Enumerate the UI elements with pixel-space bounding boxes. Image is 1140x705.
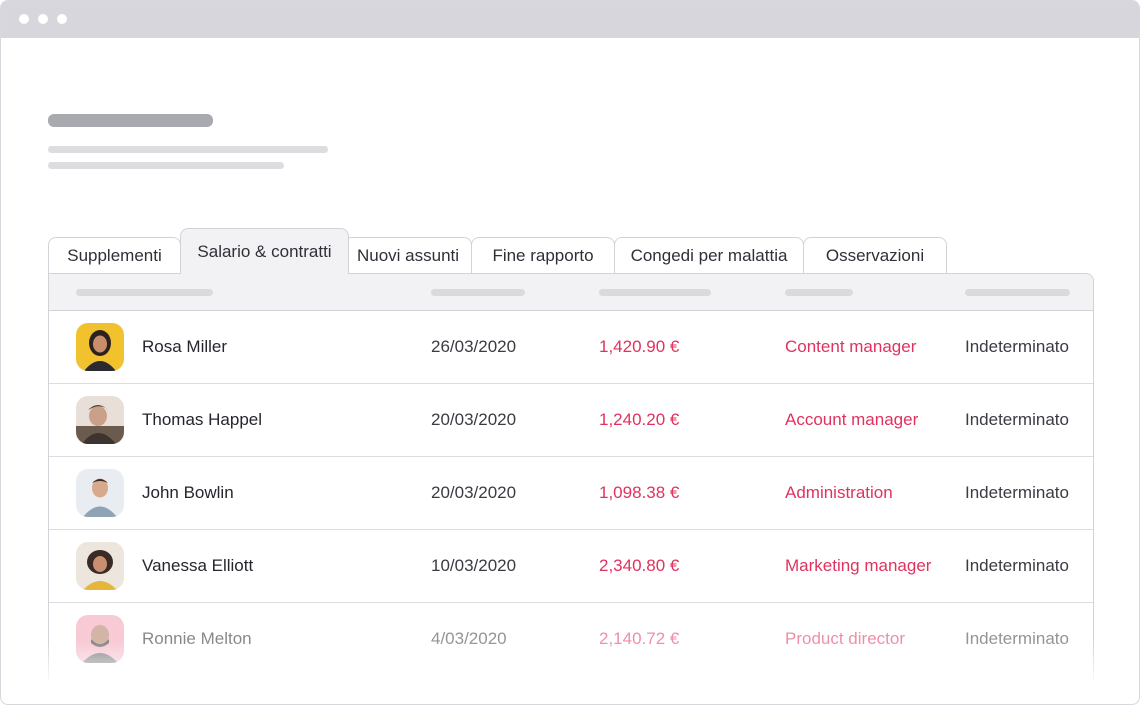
browser-window: Supplementi Salario & contratti Nuovi as… <box>0 0 1140 705</box>
table-row[interactable]: Vanessa Elliott 10/03/2020 2,340.80 € Ma… <box>49 530 1093 603</box>
salary-amount: 1,240.20 € <box>599 410 680 429</box>
salary-amount: 2,340.80 € <box>599 556 680 575</box>
contract-type: Indeterminato <box>965 629 1069 648</box>
subtitle-placeholder <box>48 146 328 153</box>
window-titlebar <box>1 1 1139 38</box>
column-header-placeholder <box>599 289 711 296</box>
table-row[interactable]: John Bowlin 20/03/2020 1,098.38 € Admini… <box>49 457 1093 530</box>
salary-amount: 1,098.38 € <box>599 483 680 502</box>
job-role[interactable]: Account manager <box>785 384 918 456</box>
tab-osservazioni[interactable]: Osservazioni <box>803 237 947 274</box>
tab-fine-rapporto[interactable]: Fine rapporto <box>471 237 615 274</box>
salary-table: Rosa Miller 26/03/2020 1,420.90 € Conten… <box>48 273 1094 683</box>
column-header-placeholder <box>76 289 213 296</box>
avatar <box>76 396 124 444</box>
subtitle-placeholder <box>48 162 284 169</box>
salary-amount: 1,420.90 € <box>599 337 680 356</box>
employee-name: John Bowlin <box>142 483 234 502</box>
table-header <box>49 274 1093 311</box>
contract-date: 4/03/2020 <box>431 629 507 648</box>
contract-type: Indeterminato <box>965 483 1069 502</box>
salary-amount: 2,140.72 € <box>599 629 680 648</box>
window-dot-icon[interactable] <box>19 14 29 24</box>
column-header-placeholder <box>785 289 853 296</box>
job-role[interactable]: Product director <box>785 603 905 675</box>
employee-name: Rosa Miller <box>142 337 228 356</box>
contract-type: Indeterminato <box>965 337 1069 356</box>
job-role[interactable]: Administration <box>785 457 893 529</box>
avatar <box>76 615 124 663</box>
employee-name: Ronnie Melton <box>142 629 252 648</box>
window-dot-icon[interactable] <box>57 14 67 24</box>
contract-date: 10/03/2020 <box>431 556 517 575</box>
avatar <box>76 323 124 371</box>
window-dot-icon[interactable] <box>38 14 48 24</box>
job-role[interactable]: Marketing manager <box>785 530 931 602</box>
contract-type: Indeterminato <box>965 410 1069 429</box>
column-header-placeholder <box>965 289 1070 296</box>
contract-type: Indeterminato <box>965 556 1069 575</box>
table-row[interactable]: Thomas Happel 20/03/2020 1,240.20 € Acco… <box>49 384 1093 457</box>
tab-congedi-per-malattia[interactable]: Congedi per malattia <box>614 237 804 274</box>
employee-name: Vanessa Elliott <box>142 556 254 575</box>
avatar <box>76 542 124 590</box>
column-header-placeholder <box>431 289 525 296</box>
table-row[interactable]: Rosa Miller 26/03/2020 1,420.90 € Conten… <box>49 311 1093 384</box>
job-role[interactable]: Content manager <box>785 311 916 383</box>
contract-date: 20/03/2020 <box>431 483 517 502</box>
contract-date: 26/03/2020 <box>431 337 517 356</box>
employee-name: Thomas Happel <box>142 410 263 429</box>
table-row[interactable]: Ronnie Melton 4/03/2020 2,140.72 € Produ… <box>49 603 1093 676</box>
tab-salario-contratti[interactable]: Salario & contratti <box>180 228 349 274</box>
title-placeholder <box>48 114 213 127</box>
tab-nuovi-assunti[interactable]: Nuovi assunti <box>344 237 472 274</box>
tab-supplementi[interactable]: Supplementi <box>48 237 181 274</box>
contract-date: 20/03/2020 <box>431 410 517 429</box>
avatar <box>76 469 124 517</box>
